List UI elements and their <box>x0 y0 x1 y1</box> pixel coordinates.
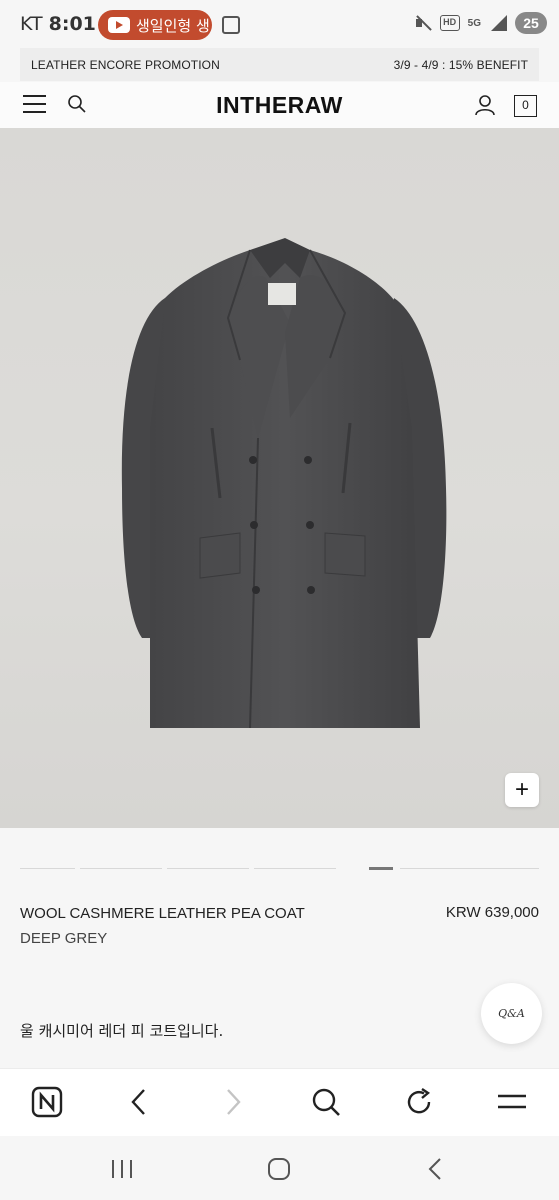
promo-banner[interactable]: LEATHER ENCORE PROMOTION 3/9 - 4/9 : 15%… <box>20 48 539 81</box>
back-icon[interactable] <box>422 1156 448 1182</box>
product-image[interactable] <box>0 128 559 828</box>
gallery-indicator <box>20 867 539 870</box>
recents-icon[interactable] <box>109 1156 135 1182</box>
product-description: 울 캐시미어 레더 피 코트입니다. <box>20 1022 224 1040</box>
home-icon[interactable] <box>266 1156 292 1182</box>
coat-illustration <box>121 238 447 729</box>
carrier-label: KT <box>20 13 43 35</box>
qa-button[interactable]: Q&A <box>481 983 542 1044</box>
status-carrier-time: KT 8:01 <box>20 13 96 35</box>
browser-search-icon[interactable] <box>309 1085 343 1119</box>
gallery-notification-icon <box>222 16 240 34</box>
browser-toolbar <box>0 1068 559 1136</box>
refresh-icon[interactable] <box>402 1085 436 1119</box>
indicator-active[interactable] <box>369 867 393 870</box>
mute-icon <box>414 14 432 32</box>
signal-icon <box>489 15 507 31</box>
indicator-segment[interactable] <box>254 868 336 869</box>
promo-benefit: 3/9 - 4/9 : 15% BENEFIT <box>393 57 528 72</box>
user-icon[interactable] <box>474 94 496 116</box>
indicator-segment[interactable] <box>20 868 75 869</box>
indicator-segment[interactable] <box>167 868 249 869</box>
naver-n-icon[interactable] <box>30 1085 64 1119</box>
network-icon: 5G <box>467 17 481 29</box>
battery-icon: 25 <box>515 12 547 34</box>
product-name: WOOL CASHMERE LEATHER PEA COAT <box>20 905 305 922</box>
chevron-right-icon[interactable] <box>216 1085 250 1119</box>
status-icons: HD 5G 25 <box>414 12 547 34</box>
clock: 8:01 <box>48 13 96 35</box>
cart-button[interactable]: 0 <box>514 95 537 117</box>
product-color: DEEP GREY <box>20 930 108 947</box>
indicator-segment[interactable] <box>400 868 539 869</box>
product-price: KRW 639,000 <box>445 904 539 921</box>
site-header: INTHERAW 0 <box>0 82 559 128</box>
hd-icon: HD <box>439 15 460 31</box>
promo-title: LEATHER ENCORE PROMOTION <box>31 57 220 72</box>
youtube-icon <box>108 17 130 33</box>
indicator-segment[interactable] <box>80 868 162 869</box>
status-bar: KT 8:01 생일인형 생 HD 5G 25 <box>0 0 559 50</box>
youtube-notification-pill[interactable]: 생일인형 생 <box>98 10 212 40</box>
system-nav-bar <box>0 1136 559 1200</box>
chevron-left-icon[interactable] <box>122 1085 156 1119</box>
notification-text: 생일인형 생 <box>136 16 210 35</box>
zoom-plus-button[interactable]: + <box>505 773 539 807</box>
menu-icon[interactable] <box>495 1085 529 1119</box>
